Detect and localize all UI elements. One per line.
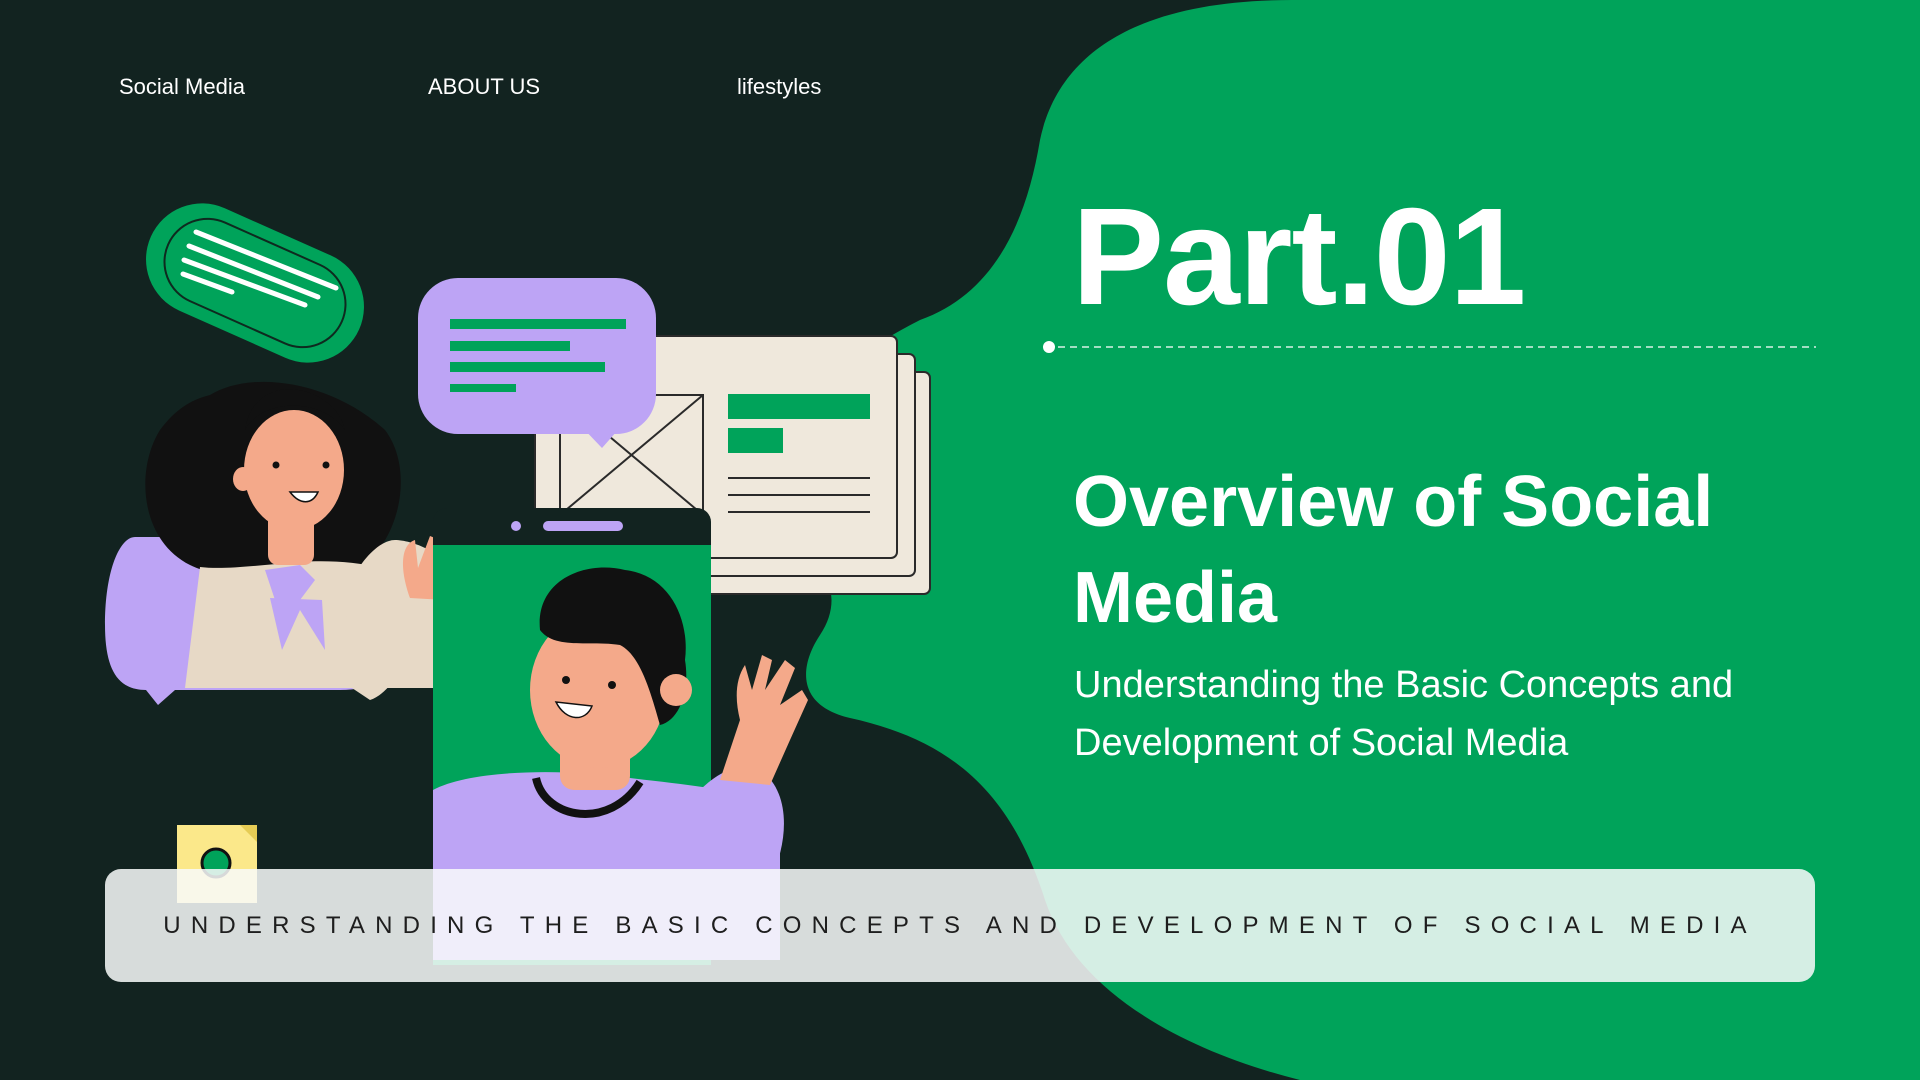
bottom-banner: UNDERSTANDING THE BASIC CONCEPTS AND DEV… — [105, 869, 1815, 982]
chat-bubble-icon — [146, 203, 364, 363]
section-heading: Overview of Social Media — [1073, 462, 1714, 638]
woman-avatar — [105, 381, 472, 705]
section-subheading: Understanding the Basic Concepts and Dev… — [1074, 664, 1734, 764]
banner-text: UNDERSTANDING THE BASIC CONCEPTS AND DEV… — [163, 911, 1757, 939]
part-title: Part.01 — [1072, 180, 1526, 334]
message-bubble-icon — [418, 278, 656, 448]
divider-line — [1043, 341, 1816, 353]
